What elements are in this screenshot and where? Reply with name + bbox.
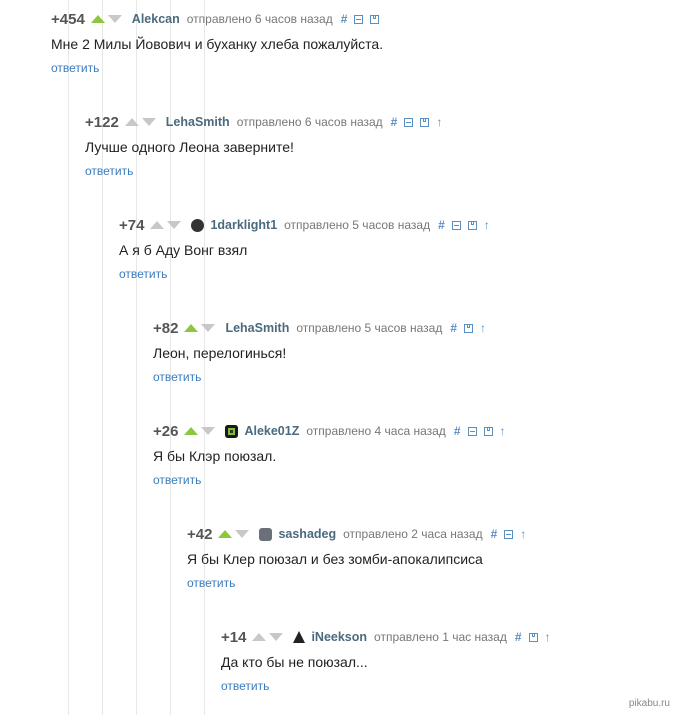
comment-rating: +454: [51, 10, 85, 28]
comment: +454 Alekcan отправлено 6 часов назад # Мне …: [51, 9, 386, 77]
comment-author[interactable]: Alekcan: [132, 12, 180, 26]
comment-header: +82 LehaSmith отправлено 5 часов назад # ↑: [153, 318, 493, 338]
thread-line: [102, 0, 103, 715]
permalink-icon[interactable]: #: [515, 631, 522, 643]
permalink-icon[interactable]: #: [438, 219, 445, 231]
comment-author[interactable]: 1darklight1: [210, 218, 277, 232]
comment-text: Я бы Клер поюзал и без зомби-апокалипсис…: [187, 551, 483, 567]
comment-author[interactable]: sashadeg: [278, 527, 336, 541]
vote-up-icon[interactable]: [184, 324, 199, 332]
comment-text: Леон, перелогинься!: [153, 345, 287, 361]
reply-link[interactable]: ответить: [119, 267, 167, 281]
comment: +82 LehaSmith отправлено 5 часов назад # ↑ Ле…: [153, 318, 493, 386]
comment-author[interactable]: LehaSmith: [225, 321, 289, 335]
parent-arrow-icon[interactable]: ↑: [484, 219, 490, 231]
comment-text: А я б Аду Вонг взял: [119, 242, 248, 258]
reply-link[interactable]: ответить: [153, 473, 201, 487]
parent-arrow-icon[interactable]: ↑: [436, 116, 442, 128]
reply-link[interactable]: ответить: [153, 370, 201, 384]
permalink-icon[interactable]: #: [391, 116, 398, 128]
permalink-icon[interactable]: #: [491, 528, 498, 540]
save-icon[interactable]: [464, 323, 474, 333]
collapse-icon[interactable]: [467, 426, 477, 436]
comment: +74 1darklight1 отправлено 5 часов назад # ↑…: [119, 215, 497, 283]
comment-rating: +42: [187, 525, 213, 543]
avatar[interactable]: [191, 218, 205, 232]
permalink-icon[interactable]: #: [454, 425, 461, 437]
thread-line: [136, 0, 137, 715]
vote-down-icon[interactable]: [107, 15, 122, 23]
comment: +14 iNeekson отправлено 1 час назад # ↑ Да кт…: [221, 627, 558, 695]
reply-link[interactable]: ответить: [51, 61, 99, 75]
comment-author[interactable]: LehaSmith: [166, 115, 230, 129]
comment-text: Лучше одного Леона заверните!: [85, 139, 294, 155]
comment-time: отправлено 5 часов назад: [284, 218, 431, 232]
collapse-icon[interactable]: [404, 117, 414, 127]
vote-down-icon[interactable]: [269, 633, 284, 641]
comment-rating: +122: [85, 113, 119, 131]
vote-up-icon[interactable]: [184, 427, 199, 435]
vote-up-icon[interactable]: [252, 633, 267, 641]
comment-rating: +26: [153, 422, 179, 440]
parent-arrow-icon[interactable]: ↑: [520, 528, 526, 540]
comment-time: отправлено 4 часа назад: [306, 424, 446, 438]
comment-header: +122 LehaSmith отправлено 6 часов назад # ↑: [85, 112, 449, 132]
save-icon[interactable]: [370, 14, 380, 24]
save-icon[interactable]: [528, 632, 538, 642]
comment: +42 sashadeg отправлено 2 часа назад # ↑ Я бы…: [187, 524, 533, 592]
watermark: pikabu.ru: [628, 698, 670, 709]
comment: +26 Aleke01Z отправлено 4 часа назад # ↑ Я бы…: [153, 421, 513, 489]
comment-header: +42 sashadeg отправлено 2 часа назад # ↑: [187, 524, 533, 544]
comment-author[interactable]: iNeekson: [311, 630, 367, 644]
parent-arrow-icon[interactable]: ↑: [480, 322, 486, 334]
save-icon[interactable]: [420, 117, 430, 127]
reply-link[interactable]: ответить: [187, 576, 235, 590]
vote-down-icon[interactable]: [201, 427, 216, 435]
vote-down-icon[interactable]: [141, 118, 156, 126]
comment-author[interactable]: Aleke01Z: [244, 424, 299, 438]
comment-time: отправлено 2 часа назад: [343, 527, 483, 541]
thread-line: [68, 0, 69, 715]
comment: +122 LehaSmith отправлено 6 часов назад # ↑ Л…: [85, 112, 449, 180]
comment-time: отправлено 1 час назад: [374, 630, 507, 644]
permalink-icon[interactable]: #: [450, 322, 457, 334]
avatar[interactable]: [293, 631, 306, 643]
collapse-icon[interactable]: [451, 220, 461, 230]
comment-rating: +14: [221, 628, 247, 646]
comment-header: +454 Alekcan отправлено 6 часов назад #: [51, 9, 386, 29]
comment-text: Мне 2 Милы Йовович и буханку хлеба пожал…: [51, 36, 384, 52]
comment-time: отправлено 6 часов назад: [236, 115, 383, 129]
comment-rating: +74: [119, 216, 145, 234]
collapse-icon[interactable]: [504, 529, 514, 539]
parent-arrow-icon[interactable]: ↑: [545, 631, 551, 643]
vote-up-icon[interactable]: [150, 221, 165, 229]
comment-time: отправлено 6 часов назад: [186, 12, 333, 26]
comment-text: Я бы Клэр поюзал.: [153, 448, 277, 464]
save-icon[interactable]: [467, 220, 477, 230]
parent-arrow-icon[interactable]: ↑: [500, 425, 506, 437]
comment-header: +26 Aleke01Z отправлено 4 часа назад # ↑: [153, 421, 513, 441]
reply-link[interactable]: ответить: [85, 164, 133, 178]
comment-text: Да кто бы не поюзал...: [221, 654, 368, 670]
avatar[interactable]: [259, 527, 273, 541]
collapse-icon[interactable]: [354, 14, 364, 24]
vote-up-icon[interactable]: [124, 118, 139, 126]
comment-rating: +82: [153, 319, 179, 337]
vote-down-icon[interactable]: [201, 324, 216, 332]
permalink-icon[interactable]: #: [341, 13, 348, 25]
vote-down-icon[interactable]: [235, 530, 250, 538]
avatar[interactable]: [225, 424, 239, 438]
save-icon[interactable]: [483, 426, 493, 436]
comment-time: отправлено 5 часов назад: [296, 321, 443, 335]
vote-up-icon[interactable]: [218, 530, 233, 538]
comment-header: +14 iNeekson отправлено 1 час назад # ↑: [221, 627, 558, 647]
vote-up-icon[interactable]: [90, 15, 105, 23]
comment-header: +74 1darklight1 отправлено 5 часов назад # ↑: [119, 215, 497, 235]
vote-down-icon[interactable]: [167, 221, 182, 229]
reply-link[interactable]: ответить: [221, 679, 269, 693]
